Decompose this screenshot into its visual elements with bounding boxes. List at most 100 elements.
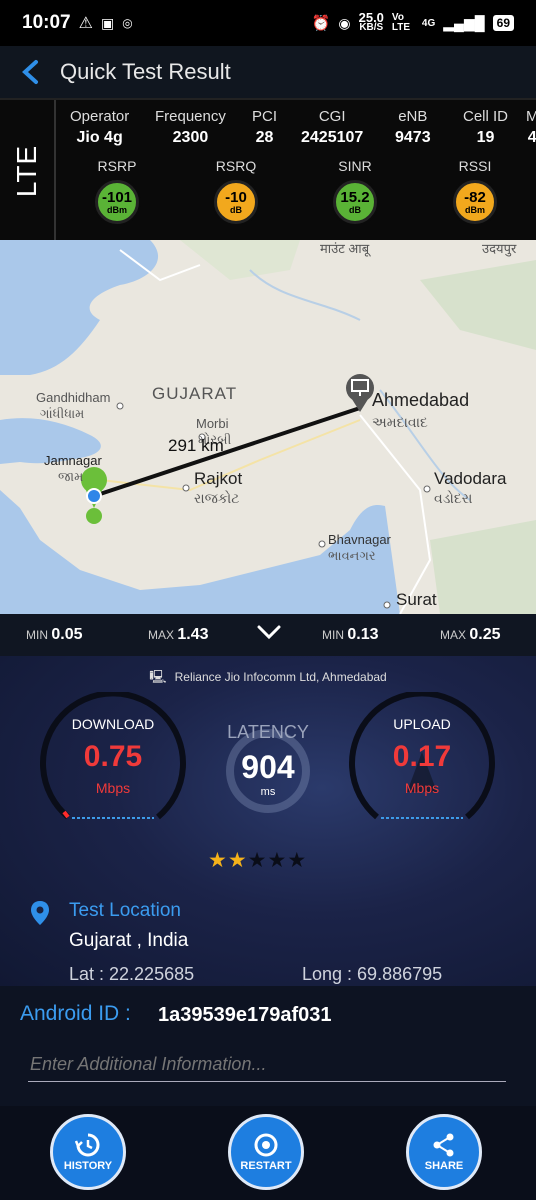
share-button[interactable]: SHARE	[406, 1114, 482, 1190]
latency-label: LATENCY	[227, 722, 309, 742]
history-icon	[75, 1133, 100, 1157]
net-speed: 25.0 KB/S	[359, 11, 384, 33]
cell-col-label: Frequency	[155, 108, 226, 125]
upload-label: UPLOAD	[393, 716, 451, 732]
cell-col-value: 28	[255, 129, 274, 146]
restart-button[interactable]: RESTART	[228, 1114, 304, 1190]
restart-label: RESTART	[240, 1160, 292, 1172]
cell-col-value: 19	[476, 129, 495, 146]
android-id-value: 1a39539e179af031	[158, 1004, 332, 1026]
signal-rssi: RSSI -82 dBm	[440, 158, 510, 224]
signal-badge: -82 dBm	[453, 180, 497, 224]
cell-col-label: PCI	[252, 108, 278, 125]
map-label-jamnagar-gu: જામ	[58, 469, 84, 484]
cell-col-frequency: Frequency 2300	[155, 108, 226, 147]
server-icon: 🖳	[149, 669, 167, 684]
cell-col-enb: eNB 9473	[395, 108, 431, 147]
upload-unit: Mbps	[404, 780, 440, 796]
map-label-mount-abu: माउंट आबू	[320, 241, 370, 256]
map-label-vadodara-gu: વડોદરા	[434, 490, 473, 506]
map-label-ahmedabad: Ahmedabad	[372, 390, 470, 410]
cell-col-value: 2300	[172, 129, 209, 146]
lte-info-panel: LTE Operator Jio 4g Frequency 2300 PCI 28 C…	[0, 98, 536, 242]
latency-value: 904	[241, 749, 295, 785]
signal-icon: ▂▄▆█	[443, 14, 485, 31]
rating-stars: ★★★★★	[208, 848, 307, 873]
upload-max: MAX 0.25	[440, 626, 501, 644]
back-button[interactable]	[0, 46, 60, 98]
map-label-gujarat: GUJARAT	[152, 384, 238, 403]
test-map[interactable]: माउंट आबू उदयपुर GUJARAT Gandhidham ગાંધ…	[0, 240, 536, 614]
map-label-gandhidham: Gandhidham	[36, 390, 111, 405]
cell-col-operator: Operator Jio 4g	[70, 108, 129, 147]
warning-icon: ⚠	[78, 15, 93, 32]
signal-rsrq: RSRQ -10 dB	[201, 158, 271, 224]
map-label-bhavnagar: Bhavnagar	[328, 532, 391, 547]
android-id-label: Android ID :	[20, 1002, 131, 1025]
max-label: MAX	[440, 628, 467, 642]
signal-unit: dBm	[465, 204, 485, 215]
volte-label: Vo LTE	[391, 12, 411, 33]
star-icon: ★	[247, 849, 268, 872]
isp-name: Reliance Jio Infocomm Ltd, Ahmedabad	[174, 670, 387, 684]
action-bar: HISTORY RESTART SHARE	[0, 1106, 536, 1200]
star-icon: ★	[208, 849, 228, 872]
network-type: 4G	[421, 17, 436, 29]
location-title: Test Location	[69, 900, 181, 921]
chevron-down-icon	[257, 625, 281, 640]
hotspot-icon: ◎	[122, 16, 133, 30]
signal-rsrp: RSRP -101 dBm	[82, 158, 152, 224]
upload-min: MIN 0.13	[322, 626, 378, 644]
location-lat: Lat : 22.225685	[69, 964, 195, 984]
download-unit: Mbps	[95, 780, 131, 796]
cell-col-label: eNB	[398, 108, 428, 125]
signal-label: RSRQ	[215, 158, 257, 174]
cell-col-value: Jio 4g	[76, 129, 123, 146]
map-label-bhavnagar-gu: ભાવનગર	[328, 548, 376, 563]
lte-tech-text: LTE	[11, 144, 42, 198]
signal-unit: dBm	[107, 204, 127, 215]
cell-info-row: Operator Jio 4g Frequency 2300 PCI 28 CGI 24…	[60, 108, 536, 152]
map-label-jamnagar: Jamnagar	[44, 453, 102, 468]
cell-col-cellid: Cell ID 19	[463, 108, 508, 147]
app-header: Quick Test Result	[0, 46, 536, 98]
min-label: MIN	[322, 628, 344, 642]
map-label-gandhidham-gu: ગાંધીધામ	[40, 406, 85, 421]
signal-label: RSRP	[97, 158, 137, 174]
share-label: SHARE	[424, 1160, 464, 1172]
battery-icon: 69	[492, 15, 514, 31]
cell-col-pci: PCI 28	[252, 108, 277, 147]
map-label-vadodara: Vadodara	[434, 469, 507, 488]
latency-unit: ms	[260, 786, 276, 798]
star-icon: ★	[227, 849, 248, 872]
max-value: 0.25	[469, 626, 501, 643]
android-info: Android ID : 1a39539e179af031	[0, 986, 536, 1106]
min-value: 0.13	[347, 626, 379, 643]
star-icon: ★	[267, 849, 288, 872]
signal-unit: dB	[349, 204, 361, 215]
history-label: HISTORY	[63, 1160, 113, 1172]
expand-toggle[interactable]	[256, 622, 282, 645]
history-button[interactable]: HISTORY	[50, 1114, 126, 1190]
map-label-rajkot-gu: રાજકોટ	[194, 490, 240, 506]
share-icon	[433, 1133, 454, 1157]
max-value: 1.43	[177, 626, 209, 643]
signal-value: -101	[101, 188, 133, 206]
signal-label: RSSI	[458, 158, 492, 174]
map-label-surat: Surat	[396, 590, 437, 609]
cell-col-more: M4	[526, 108, 536, 147]
download-min: MIN 0.05	[26, 626, 82, 644]
signal-badge: -101 dBm	[95, 180, 139, 224]
signal-sinr: SINR 15.2 dB	[320, 158, 390, 224]
map-label-morbi: Morbi	[196, 416, 229, 431]
alarm-icon: ⏰	[311, 15, 331, 32]
additional-info-input[interactable]	[28, 1048, 506, 1082]
map-label-udaipur: उदयपुर	[482, 241, 517, 256]
map-label-rajkot: Rajkot	[194, 469, 243, 488]
download-value: 0.75	[83, 740, 143, 773]
test-location: Test Location Gujarat , India Lat : 22.2…	[0, 880, 536, 986]
min-value: 0.05	[51, 626, 83, 643]
min-max-bar: MIN 0.05 MAX 1.43 MIN 0.13 MAX 0.25	[0, 614, 536, 656]
image-icon: ▣	[100, 14, 115, 31]
status-bar: 10:07 ⚠ ▣ ◎ ⏰ ◉ 25.0 KB/S Vo LTE 4G ▂▄▆█…	[0, 0, 536, 46]
